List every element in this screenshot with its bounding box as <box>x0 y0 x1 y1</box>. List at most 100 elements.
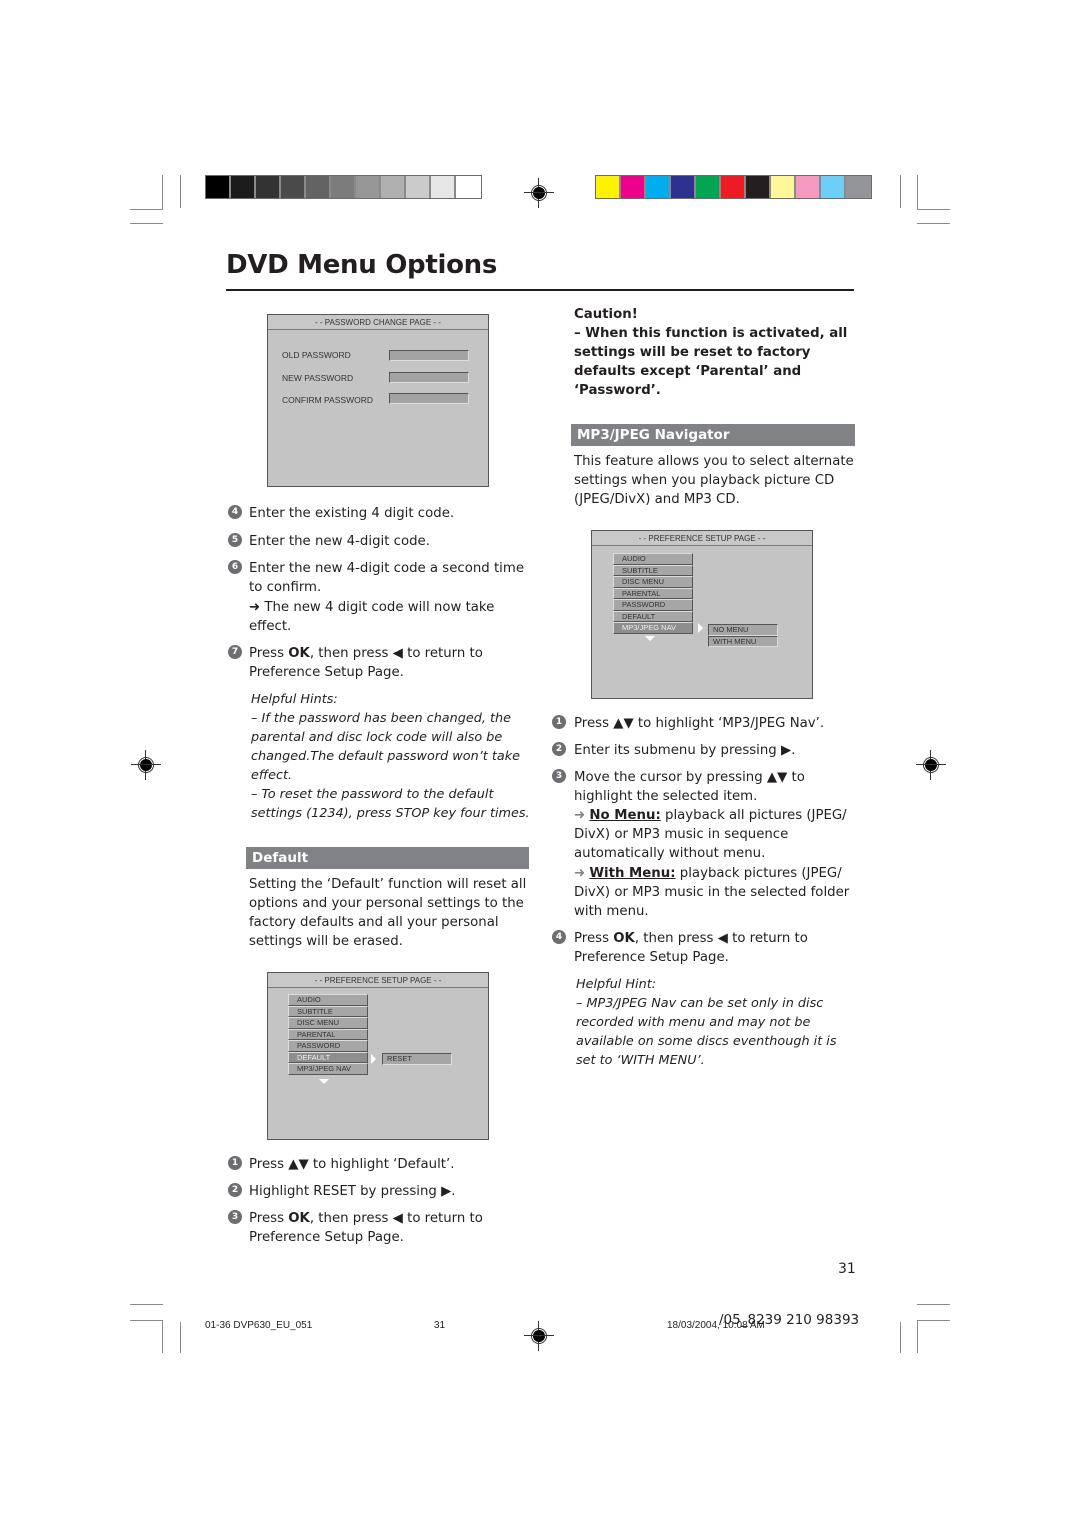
color-swatch <box>846 176 871 198</box>
helpful-hint-item: – If the password has been changed, the … <box>251 711 520 783</box>
footer-slug-page: 31 <box>434 1320 446 1331</box>
footer-file-name: 01-36 DVP630_EU_051 <box>205 1320 313 1331</box>
menu-item-disc-menu[interactable]: DISC MENU <box>613 576 693 588</box>
default-submenu: RESET <box>382 1053 452 1065</box>
step-text: Enter the new 4-digit code a second time… <box>249 561 525 595</box>
color-swatch <box>431 176 456 198</box>
step-number-badge: 3 <box>552 769 566 783</box>
menu-item-default[interactable]: DEFAULT <box>613 610 693 622</box>
setup-menu: AUDIO SUBTITLE DISC MENU PARENTAL PASSWORD DE… <box>288 994 368 1075</box>
step-number-badge: 4 <box>552 930 566 944</box>
color-swatch <box>281 176 306 198</box>
preference-setup-screen-default: - - PREFERENCE SETUP PAGE - - AUDIO SUBTI… <box>267 972 489 1140</box>
color-swatch <box>746 176 771 198</box>
submenu-item-reset[interactable]: RESET <box>382 1053 452 1065</box>
color-swatch <box>596 176 621 198</box>
color-swatch <box>796 176 821 198</box>
color-swatch <box>356 176 381 198</box>
step-text: Press OK, then press ◀ to return to Pref… <box>249 646 483 680</box>
crop-mark <box>917 223 950 224</box>
arrow-right-icon <box>698 623 703 633</box>
menu-item-parental[interactable]: PARENTAL <box>288 1028 368 1040</box>
menu-item-audio[interactable]: AUDIO <box>288 994 368 1006</box>
footer-code: /05_8239 210 98393 <box>719 1312 860 1328</box>
crop-mark <box>130 1320 163 1321</box>
mp3-submenu: NO MENU WITH MENU <box>708 624 778 647</box>
new-password-field[interactable] <box>389 372 469 383</box>
setup-menu: AUDIO SUBTITLE DISC MENU PARENTAL PASSWORD DE… <box>613 553 693 634</box>
menu-item-mp3-jpeg-nav[interactable]: MP3/JPEG NAV <box>613 622 693 634</box>
helpful-hint-item: – MP3/JPEG Nav can be set only in disc r… <box>576 996 837 1068</box>
step-result: ➜ The new 4 digit code will now take eff… <box>249 600 495 634</box>
registration-mark-icon <box>524 1321 554 1351</box>
menu-item-disc-menu[interactable]: DISC MENU <box>288 1017 368 1029</box>
color-swatch <box>771 176 796 198</box>
old-password-field[interactable] <box>389 350 469 361</box>
grayscale-calibration-bar <box>205 175 482 199</box>
caution-text: – When this function is activated, all s… <box>574 326 848 398</box>
screen-header: - - PASSWORD CHANGE PAGE - - <box>268 315 488 330</box>
crop-mark <box>917 1320 950 1321</box>
menu-item-parental[interactable]: PARENTAL <box>613 587 693 599</box>
color-swatch <box>671 176 696 198</box>
menu-item-default[interactable]: DEFAULT <box>288 1051 368 1063</box>
page-number: 31 <box>838 1261 856 1277</box>
helpful-hints-title: Helpful Hints: <box>251 692 338 707</box>
section-heading-mp3-jpeg: MP3/JPEG Navigator <box>571 424 855 446</box>
crop-mark <box>130 223 163 224</box>
crop-mark <box>900 175 901 208</box>
color-swatch <box>381 176 406 198</box>
color-swatch <box>646 176 671 198</box>
password-change-screen: - - PASSWORD CHANGE PAGE - - OLD PASSWOR… <box>267 314 489 487</box>
crop-mark <box>917 1320 918 1353</box>
mp3-description: This feature allows you to select altern… <box>574 454 854 507</box>
color-swatch <box>821 176 846 198</box>
step-number-badge: 6 <box>228 560 242 574</box>
menu-item-subtitle[interactable]: SUBTITLE <box>613 564 693 576</box>
color-swatch <box>621 176 646 198</box>
step-text: Press ▲▼ to highlight ‘Default’. <box>249 1157 455 1172</box>
step-text: Enter the existing 4 digit code. <box>249 506 455 521</box>
color-swatch <box>696 176 721 198</box>
scroll-down-icon <box>645 636 655 641</box>
crop-mark <box>162 175 163 210</box>
color-swatch <box>306 176 331 198</box>
menu-item-password[interactable]: PASSWORD <box>613 599 693 611</box>
screen-header: - - PREFERENCE SETUP PAGE - - <box>592 531 812 546</box>
helpful-hint-item: – To reset the password to the default s… <box>251 787 530 821</box>
crop-mark <box>162 1320 163 1353</box>
menu-item-subtitle[interactable]: SUBTITLE <box>288 1005 368 1017</box>
menu-item-password[interactable]: PASSWORD <box>288 1040 368 1052</box>
confirm-password-field[interactable] <box>389 393 469 404</box>
registration-mark-icon <box>916 750 946 780</box>
color-swatch <box>256 176 281 198</box>
section-heading-default: Default <box>246 847 529 869</box>
step-text: Press OK, then press ◀ to return to Pref… <box>574 931 808 965</box>
step-number-badge: 2 <box>552 742 566 756</box>
crop-mark <box>180 175 181 208</box>
registration-mark-icon <box>524 178 554 208</box>
default-description: Setting the ‘Default’ function will rese… <box>249 877 527 949</box>
old-password-label: OLD PASSWORD <box>282 350 351 360</box>
screen-header: - - PREFERENCE SETUP PAGE - - <box>268 973 488 988</box>
caution-title: Caution! <box>574 307 638 322</box>
option-no-menu: ➜ No Menu: playback all pictures (JPEG/ … <box>574 808 847 861</box>
color-swatch <box>206 176 231 198</box>
arrow-right-icon <box>371 1054 376 1064</box>
submenu-item-with-menu[interactable]: WITH MENU <box>708 635 778 647</box>
menu-item-audio[interactable]: AUDIO <box>613 553 693 565</box>
submenu-item-no-menu[interactable]: NO MENU <box>708 624 778 636</box>
preference-setup-screen-mp3: - - PREFERENCE SETUP PAGE - - AUDIO SUBTI… <box>591 530 813 699</box>
step-number-badge: 1 <box>228 1156 242 1170</box>
confirm-password-label: CONFIRM PASSWORD <box>282 395 373 405</box>
color-swatch <box>331 176 356 198</box>
title-divider <box>226 289 854 291</box>
arrow-icon: ➜ <box>574 808 590 823</box>
helpful-hint-title: Helpful Hint: <box>576 977 657 992</box>
step-number-badge: 2 <box>228 1183 242 1197</box>
crop-mark <box>180 1322 181 1353</box>
menu-item-mp3-jpeg-nav[interactable]: MP3/JPEG NAV <box>288 1063 368 1075</box>
color-swatch <box>456 176 481 198</box>
crop-mark <box>917 209 950 210</box>
crop-mark <box>900 1322 901 1353</box>
